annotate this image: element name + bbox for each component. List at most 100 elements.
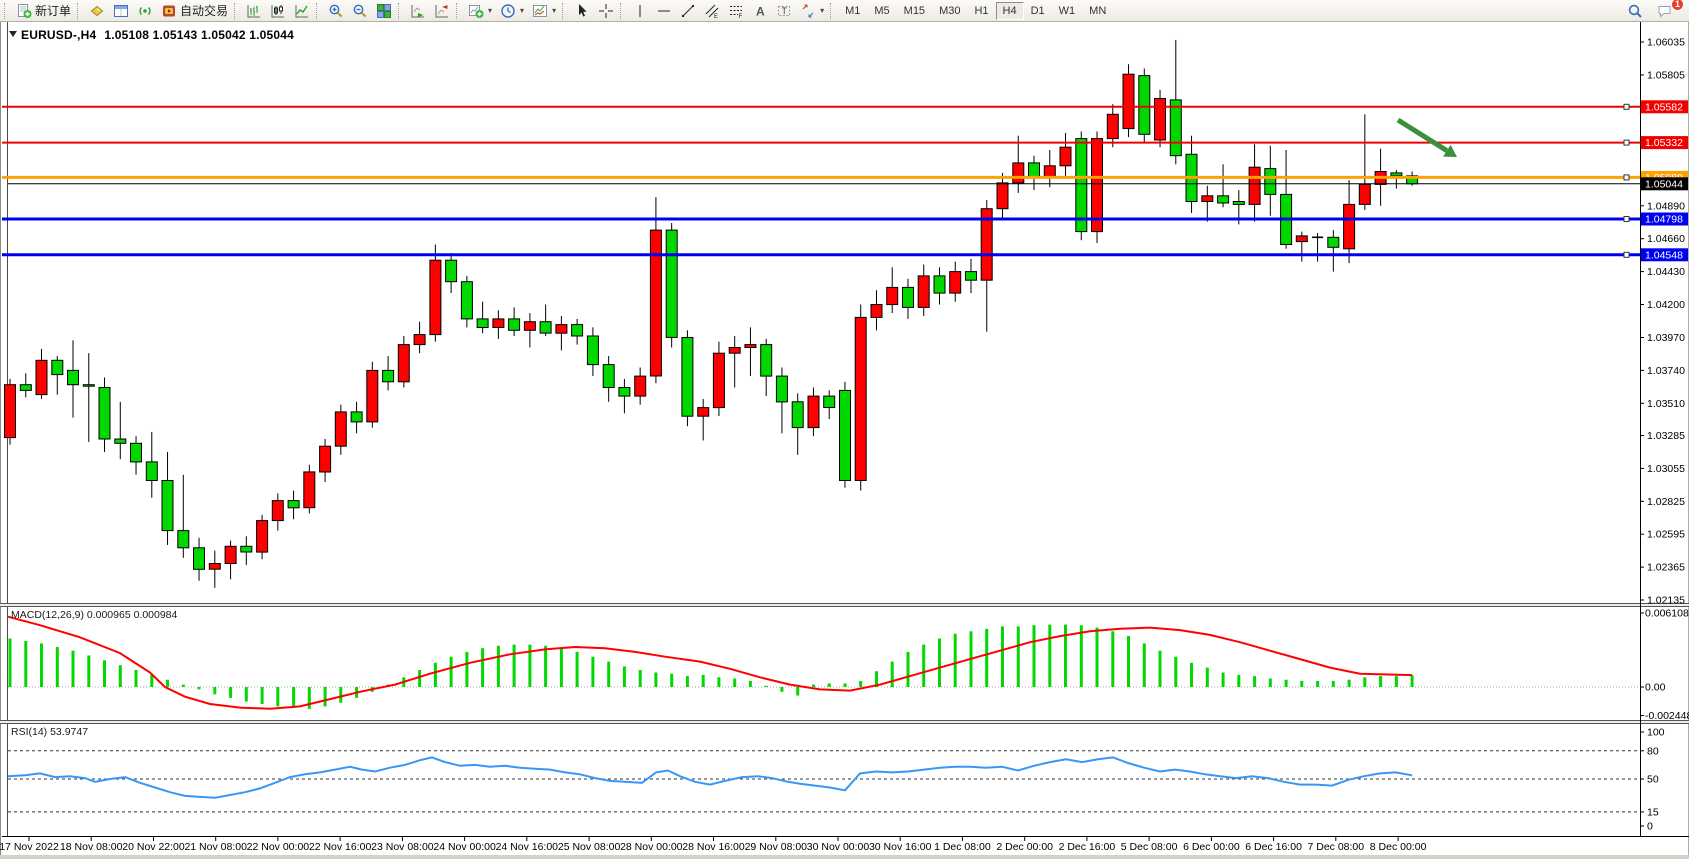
navigator-button[interactable] [133, 0, 157, 22]
data-window-button[interactable] [109, 0, 133, 22]
svg-text:0.00: 0.00 [1645, 682, 1666, 694]
candlestick-chart-button[interactable] [266, 0, 290, 22]
chart-shift-button[interactable] [430, 0, 454, 22]
macd-panel [8, 617, 1640, 709]
timeframe-mn-button[interactable]: MN [1082, 2, 1113, 20]
svg-text:1.04430: 1.04430 [1647, 266, 1685, 278]
notifications-button[interactable]: 1 [1653, 0, 1677, 22]
crosshair-tool-button[interactable] [594, 0, 618, 22]
svg-text:0.006108: 0.006108 [1645, 608, 1689, 620]
timeframe-w1-button[interactable]: W1 [1052, 2, 1083, 20]
zoom-out-button[interactable] [348, 0, 372, 22]
timeframe-h4-button[interactable]: H4 [996, 2, 1024, 20]
svg-text:23 Nov 08:00: 23 Nov 08:00 [371, 841, 434, 853]
toolbar-grip [830, 3, 835, 19]
time-axis: 17 Nov 202218 Nov 08:0020 Nov 22:0021 No… [0, 836, 1689, 853]
svg-text:1.05044: 1.05044 [1645, 178, 1683, 190]
zoom-in-button[interactable] [324, 0, 348, 22]
auto-scroll-button[interactable] [406, 0, 430, 22]
timeframe-m1-button[interactable]: M1 [838, 2, 867, 20]
svg-text:2 Dec 16:00: 2 Dec 16:00 [1059, 841, 1116, 853]
main-toolbar: 新订单 自动交易 ▾ ▾ ▾ E F AT ▾ M1M5M15M30H1H4D1W1MN 1 [0, 0, 1689, 22]
arrows-tool-button[interactable]: ▾ [796, 0, 828, 22]
svg-text:22 Nov 16:00: 22 Nov 16:00 [309, 841, 372, 853]
svg-text:24 Nov 00:00: 24 Nov 00:00 [433, 841, 496, 853]
profiles-button-dropdown-caret[interactable]: ▾ [520, 6, 524, 15]
one-click-trading-toggle[interactable] [9, 31, 17, 37]
new-order-button[interactable]: 新订单 [12, 0, 75, 22]
label-tool-button[interactable]: T [772, 0, 796, 22]
horizontal-level-lines[interactable] [2, 104, 1640, 257]
timeframe-m30-button[interactable]: M30 [932, 2, 967, 20]
tile-windows-button[interactable] [372, 0, 396, 22]
new-chart-button[interactable]: ▾ [464, 0, 496, 22]
timeframe-d1-button[interactable]: D1 [1024, 2, 1052, 20]
svg-text:28 Nov 16:00: 28 Nov 16:00 [682, 841, 745, 853]
toolbar-grip [620, 3, 625, 19]
svg-text:1.04890: 1.04890 [1647, 200, 1685, 212]
svg-text:8 Dec 00:00: 8 Dec 00:00 [1370, 841, 1427, 853]
svg-text:15: 15 [1647, 806, 1659, 818]
text-tool-button[interactable]: A [748, 0, 772, 22]
candles [5, 40, 1418, 588]
svg-text:1.03055: 1.03055 [1647, 463, 1685, 475]
arrows-tool-button-dropdown-caret[interactable]: ▾ [820, 6, 824, 15]
trendline-tool-button[interactable] [676, 0, 700, 22]
svg-text:1.03970: 1.03970 [1647, 332, 1685, 344]
timeframe-m5-button[interactable]: M5 [867, 2, 896, 20]
svg-text:A: A [756, 4, 765, 18]
svg-text:1.02825: 1.02825 [1647, 496, 1685, 508]
svg-text:1.04200: 1.04200 [1647, 299, 1685, 311]
line-chart-button[interactable] [290, 0, 314, 22]
market-watch-button[interactable] [85, 0, 109, 22]
svg-text:1.02365: 1.02365 [1647, 562, 1685, 574]
toolbar-grip [234, 3, 239, 19]
profiles-button[interactable]: ▾ [496, 0, 528, 22]
svg-text:1.05805: 1.05805 [1647, 69, 1685, 81]
horizontal-line-tool-button[interactable] [652, 0, 676, 22]
fibonacci-tool-button[interactable]: F [724, 0, 748, 22]
svg-text:0: 0 [1647, 821, 1653, 833]
svg-text:17 Nov 2022: 17 Nov 2022 [0, 841, 59, 853]
svg-text:F: F [739, 14, 743, 19]
autotrading-button[interactable]: 自动交易 [157, 0, 232, 22]
svg-text:1.06035: 1.06035 [1647, 37, 1685, 49]
vertical-line-tool-button[interactable] [628, 0, 652, 22]
timeframe-h1-button[interactable]: H1 [967, 2, 995, 20]
toolbar-grip [456, 3, 461, 19]
svg-text:20 Nov 22:00: 20 Nov 22:00 [122, 841, 185, 853]
new-chart-button-dropdown-caret[interactable]: ▾ [488, 6, 492, 15]
svg-text:1.04548: 1.04548 [1645, 249, 1683, 261]
svg-text:18 Nov 08:00: 18 Nov 08:00 [60, 841, 123, 853]
panel-separators[interactable] [0, 604, 1689, 724]
svg-text:1.05332: 1.05332 [1645, 137, 1683, 149]
rsi-panel [8, 751, 1640, 812]
new-order-button-label: 新订单 [35, 2, 71, 19]
chart-template-button-dropdown-caret[interactable]: ▾ [552, 6, 556, 15]
svg-text:50: 50 [1647, 774, 1659, 786]
svg-text:1.05582: 1.05582 [1645, 101, 1683, 113]
toolbar-grip [77, 3, 82, 19]
svg-text:24 Nov 16:00: 24 Nov 16:00 [496, 841, 559, 853]
chart-canvas: 1.060351.058051.048901.046601.044301.042… [0, 22, 1689, 859]
trend-arrow-object[interactable] [1398, 120, 1457, 157]
rsi-line [8, 757, 1412, 797]
cursor-tool-button[interactable] [570, 0, 594, 22]
svg-text:30 Nov 00:00: 30 Nov 00:00 [807, 841, 870, 853]
svg-text:E: E [714, 14, 718, 19]
svg-text:25 Nov 08:00: 25 Nov 08:00 [558, 841, 621, 853]
svg-text:29 Nov 08:00: 29 Nov 08:00 [745, 841, 808, 853]
svg-text:1.03510: 1.03510 [1647, 398, 1685, 410]
chart-template-button[interactable]: ▾ [528, 0, 560, 22]
svg-text:1.02595: 1.02595 [1647, 529, 1685, 541]
timeframe-m15-button[interactable]: M15 [897, 2, 932, 20]
svg-text:-0.002448: -0.002448 [1645, 710, 1689, 722]
macd-histogram [10, 625, 1412, 709]
search-button[interactable] [1623, 0, 1647, 22]
toolbar-grip [316, 3, 321, 19]
svg-text:30 Nov 16:00: 30 Nov 16:00 [869, 841, 932, 853]
bar-chart-button[interactable] [242, 0, 266, 22]
svg-text:1 Dec 08:00: 1 Dec 08:00 [934, 841, 991, 853]
channel-tool-button[interactable]: E [700, 0, 724, 22]
svg-text:28 Nov 00:00: 28 Nov 00:00 [620, 841, 683, 853]
